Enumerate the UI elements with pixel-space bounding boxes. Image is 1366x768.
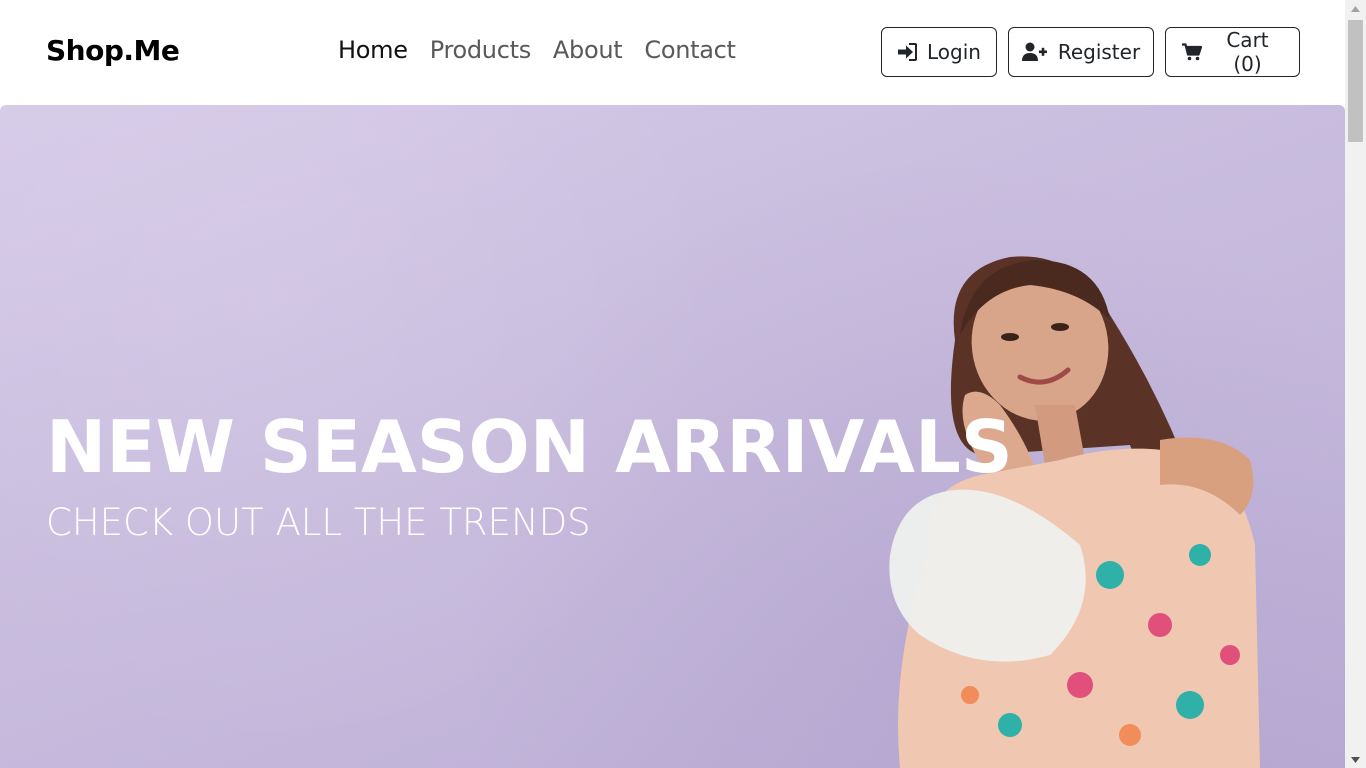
nav-links: Home Products About Contact: [338, 36, 736, 64]
register-label: Register: [1057, 40, 1141, 64]
user-plus-icon: [1021, 42, 1048, 62]
vertical-scrollbar[interactable]: [1345, 0, 1366, 768]
brand-logo[interactable]: Shop.Me: [46, 34, 180, 67]
login-label: Login: [927, 40, 981, 64]
nav-link-contact[interactable]: Contact: [644, 36, 736, 64]
hero-model-photo: [889, 256, 1260, 768]
hero-subtitle: CHECK OUT ALL THE TRENDS: [46, 501, 591, 544]
register-button[interactable]: Register: [1008, 27, 1154, 77]
login-button[interactable]: Login: [881, 27, 997, 77]
shopping-cart-icon: [1182, 43, 1202, 61]
hero-title: NEW SEASON ARRIVALS: [46, 405, 1013, 489]
nav-link-products[interactable]: Products: [430, 36, 532, 64]
scrollbar-thumb[interactable]: [1348, 20, 1363, 142]
sign-in-icon: [897, 43, 918, 61]
cart-button[interactable]: Cart (0): [1165, 27, 1300, 77]
navbar: Shop.Me Home Products About Contact Logi…: [0, 0, 1345, 105]
hero-banner: NEW SEASON ARRIVALS CHECK OUT ALL THE TR…: [0, 105, 1345, 768]
scroll-up-arrow-icon[interactable]: [1345, 0, 1366, 17]
scroll-down-arrow-icon[interactable]: [1345, 751, 1366, 768]
nav-link-home[interactable]: Home: [338, 36, 408, 64]
nav-link-about[interactable]: About: [553, 36, 623, 64]
cart-label: Cart (0): [1226, 28, 1269, 76]
